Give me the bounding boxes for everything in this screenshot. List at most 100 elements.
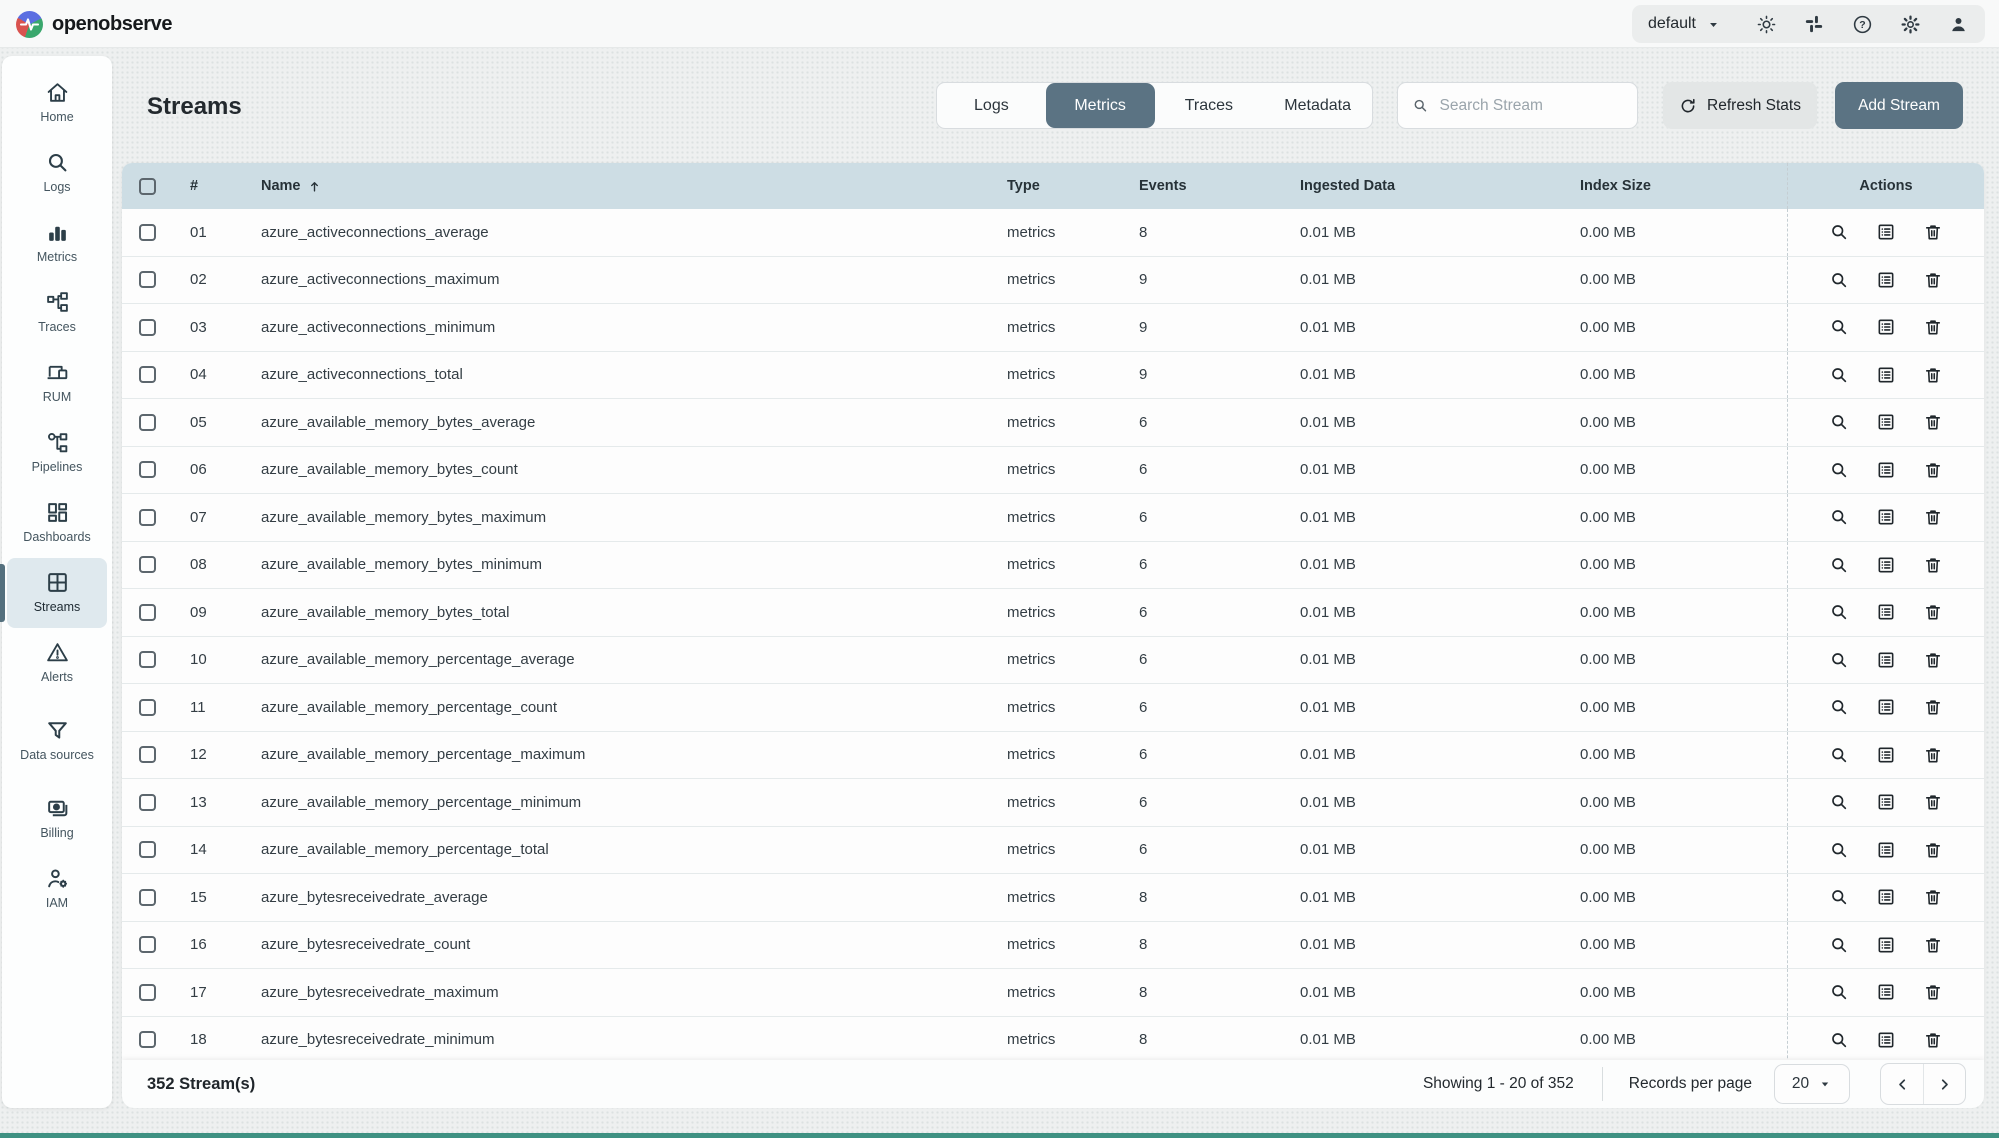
row-checkbox[interactable] xyxy=(139,556,156,573)
table-row[interactable]: 09 azure_available_memory_bytes_total me… xyxy=(122,589,1984,637)
stream-details-button[interactable] xyxy=(1875,554,1897,576)
row-checkbox[interactable] xyxy=(139,936,156,953)
table-row[interactable]: 13 azure_available_memory_percentage_min… xyxy=(122,779,1984,827)
explore-stream-button[interactable] xyxy=(1828,744,1850,766)
table-row[interactable]: 01 azure_activeconnections_average metri… xyxy=(122,209,1984,257)
column-header-name[interactable]: Name xyxy=(235,178,995,194)
table-row[interactable]: 10 azure_available_memory_percentage_ave… xyxy=(122,637,1984,685)
row-checkbox[interactable] xyxy=(139,414,156,431)
stream-details-button[interactable] xyxy=(1875,981,1897,1003)
table-row[interactable]: 11 azure_available_memory_percentage_cou… xyxy=(122,684,1984,732)
sidebar-item-dashboards[interactable]: Dashboards xyxy=(7,488,107,558)
table-row[interactable]: 08 azure_available_memory_bytes_minimum … xyxy=(122,542,1984,590)
delete-stream-button[interactable] xyxy=(1922,744,1944,766)
sidebar-item-rum[interactable]: RUM xyxy=(7,348,107,418)
table-row[interactable]: 02 azure_activeconnections_maximum metri… xyxy=(122,257,1984,305)
refresh-stats-button[interactable]: Refresh Stats xyxy=(1663,82,1817,129)
row-checkbox[interactable] xyxy=(139,984,156,1001)
delete-stream-button[interactable] xyxy=(1922,934,1944,956)
stream-details-button[interactable] xyxy=(1875,744,1897,766)
explore-stream-button[interactable] xyxy=(1828,934,1850,956)
organization-select[interactable]: default xyxy=(1648,15,1721,33)
sidebar-item-alerts[interactable]: Alerts xyxy=(7,628,107,698)
delete-stream-button[interactable] xyxy=(1922,506,1944,528)
help-icon[interactable]: ? xyxy=(1851,13,1873,35)
stream-details-button[interactable] xyxy=(1875,601,1897,623)
stream-details-button[interactable] xyxy=(1875,364,1897,386)
explore-stream-button[interactable] xyxy=(1828,411,1850,433)
stream-details-button[interactable] xyxy=(1875,886,1897,908)
delete-stream-button[interactable] xyxy=(1922,1029,1944,1051)
tab-traces[interactable]: Traces xyxy=(1155,83,1264,128)
delete-stream-button[interactable] xyxy=(1922,791,1944,813)
explore-stream-button[interactable] xyxy=(1828,221,1850,243)
previous-page-button[interactable] xyxy=(1881,1064,1923,1104)
row-checkbox[interactable] xyxy=(139,366,156,383)
delete-stream-button[interactable] xyxy=(1922,269,1944,291)
stream-details-button[interactable] xyxy=(1875,221,1897,243)
explore-stream-button[interactable] xyxy=(1828,601,1850,623)
row-checkbox[interactable] xyxy=(139,461,156,478)
column-header-events[interactable]: Events xyxy=(1125,178,1288,194)
table-row[interactable]: 03 azure_activeconnections_minimum metri… xyxy=(122,304,1984,352)
table-row[interactable]: 07 azure_available_memory_bytes_maximum … xyxy=(122,494,1984,542)
row-checkbox[interactable] xyxy=(139,746,156,763)
table-row[interactable]: 05 azure_available_memory_bytes_average … xyxy=(122,399,1984,447)
sidebar-item-iam[interactable]: IAM xyxy=(7,854,107,924)
sidebar-item-home[interactable]: Home xyxy=(7,68,107,138)
sidebar-item-billing[interactable]: Billing xyxy=(7,784,107,854)
next-page-button[interactable] xyxy=(1923,1064,1965,1104)
explore-stream-button[interactable] xyxy=(1828,791,1850,813)
stream-details-button[interactable] xyxy=(1875,696,1897,718)
table-row[interactable]: 16 azure_bytesreceivedrate_count metrics… xyxy=(122,922,1984,970)
stream-details-button[interactable] xyxy=(1875,316,1897,338)
explore-stream-button[interactable] xyxy=(1828,1029,1850,1051)
explore-stream-button[interactable] xyxy=(1828,839,1850,861)
select-all-checkbox[interactable] xyxy=(139,178,156,195)
sidebar-item-pipelines[interactable]: Pipelines xyxy=(7,418,107,488)
records-per-page-select[interactable]: 20 xyxy=(1774,1064,1850,1104)
delete-stream-button[interactable] xyxy=(1922,886,1944,908)
row-checkbox[interactable] xyxy=(139,224,156,241)
column-header-index-size[interactable]: Index Size xyxy=(1565,178,1787,194)
column-header-ingested-data[interactable]: Ingested Data xyxy=(1288,178,1565,194)
settings-gear-icon[interactable] xyxy=(1899,13,1921,35)
delete-stream-button[interactable] xyxy=(1922,221,1944,243)
tab-metadata[interactable]: Metadata xyxy=(1263,83,1372,128)
explore-stream-button[interactable] xyxy=(1828,981,1850,1003)
stream-details-button[interactable] xyxy=(1875,269,1897,291)
delete-stream-button[interactable] xyxy=(1922,364,1944,386)
explore-stream-button[interactable] xyxy=(1828,364,1850,386)
explore-stream-button[interactable] xyxy=(1828,316,1850,338)
table-row[interactable]: 18 azure_bytesreceivedrate_minimum metri… xyxy=(122,1017,1984,1061)
explore-stream-button[interactable] xyxy=(1828,459,1850,481)
delete-stream-button[interactable] xyxy=(1922,316,1944,338)
theme-toggle-sun-icon[interactable] xyxy=(1755,13,1777,35)
search-stream-input[interactable] xyxy=(1440,97,1623,115)
sidebar-item-streams[interactable]: Streams xyxy=(7,558,107,628)
sidebar-item-data-sources[interactable]: Data sources xyxy=(7,698,107,784)
explore-stream-button[interactable] xyxy=(1828,506,1850,528)
table-row[interactable]: 14 azure_available_memory_percentage_tot… xyxy=(122,827,1984,875)
row-checkbox[interactable] xyxy=(139,794,156,811)
row-checkbox[interactable] xyxy=(139,271,156,288)
delete-stream-button[interactable] xyxy=(1922,839,1944,861)
explore-stream-button[interactable] xyxy=(1828,696,1850,718)
table-row[interactable]: 04 azure_activeconnections_total metrics… xyxy=(122,352,1984,400)
delete-stream-button[interactable] xyxy=(1922,459,1944,481)
row-checkbox[interactable] xyxy=(139,651,156,668)
table-row[interactable]: 06 azure_available_memory_bytes_count me… xyxy=(122,447,1984,495)
delete-stream-button[interactable] xyxy=(1922,411,1944,433)
slack-icon[interactable] xyxy=(1803,13,1825,35)
stream-details-button[interactable] xyxy=(1875,1029,1897,1051)
table-row[interactable]: 15 azure_bytesreceivedrate_average metri… xyxy=(122,874,1984,922)
row-checkbox[interactable] xyxy=(139,699,156,716)
delete-stream-button[interactable] xyxy=(1922,696,1944,718)
stream-details-button[interactable] xyxy=(1875,934,1897,956)
table-row[interactable]: 17 azure_bytesreceivedrate_maximum metri… xyxy=(122,969,1984,1017)
row-checkbox[interactable] xyxy=(139,319,156,336)
explore-stream-button[interactable] xyxy=(1828,886,1850,908)
stream-details-button[interactable] xyxy=(1875,839,1897,861)
add-stream-button[interactable]: Add Stream xyxy=(1835,82,1963,129)
row-checkbox[interactable] xyxy=(139,889,156,906)
